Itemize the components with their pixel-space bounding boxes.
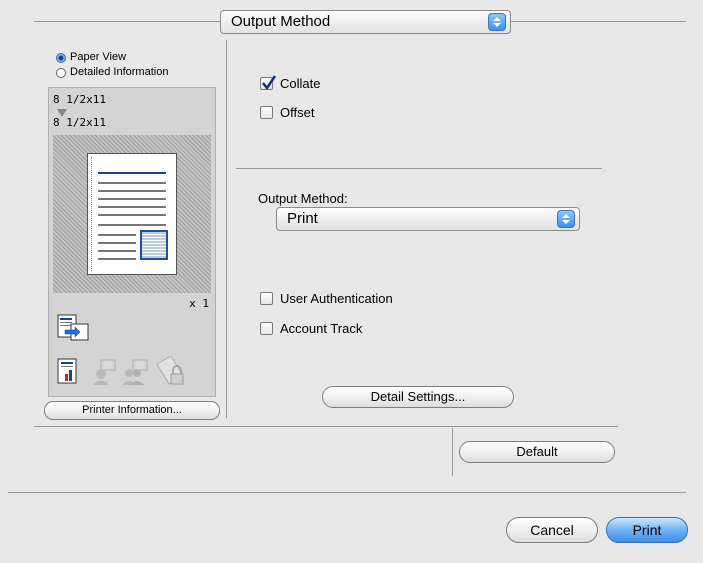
preview-panel: 8 1/2x11 8 1/2x11 x 1 [48, 87, 216, 397]
options-divider [236, 168, 602, 169]
locked-document-icon [153, 354, 187, 391]
offset-checkbox[interactable] [260, 106, 273, 119]
lower-divider [34, 426, 618, 427]
column-divider [226, 40, 227, 418]
collate-label: Collate [280, 76, 321, 91]
account-track-checkbox[interactable] [260, 322, 273, 335]
offset-label: Offset [280, 105, 315, 120]
paper-view-radio[interactable] [56, 53, 66, 63]
paper-sheet [87, 153, 177, 275]
detail-settings-button[interactable]: Detail Settings... [322, 386, 514, 408]
copies-count: x 1 [189, 297, 209, 310]
image-thumbnail-icon [140, 230, 168, 260]
output-tray-icon [57, 312, 89, 345]
top-divider-left [34, 21, 220, 22]
user-authentication-label: User Authentication [280, 291, 393, 306]
panel-select[interactable]: Output Method [220, 10, 511, 34]
popup-arrows-icon [557, 210, 575, 228]
users-message-icon [121, 358, 149, 389]
collate-checkbox[interactable] [260, 75, 277, 91]
paper-preview-area [53, 135, 211, 293]
output-method-select[interactable]: Print [276, 207, 580, 231]
top-divider-right [510, 21, 686, 22]
default-button[interactable]: Default [459, 441, 615, 463]
document-chart-icon [57, 358, 79, 389]
account-track-label: Account Track [280, 321, 363, 336]
popup-arrows-icon [488, 13, 506, 31]
user-message-icon [91, 358, 117, 389]
panel-select-value: Output Method [231, 13, 331, 30]
default-divider [452, 428, 453, 476]
output-method-value: Print [287, 210, 318, 227]
paper-view-label: Paper View [70, 51, 127, 63]
detailed-info-radio[interactable] [56, 68, 66, 78]
output-method-label: Output Method: [258, 191, 348, 206]
user-authentication-checkbox[interactable] [260, 292, 273, 305]
print-button[interactable]: Print [606, 517, 688, 543]
printer-information-button[interactable]: Printer Information... [44, 401, 220, 420]
footer-divider [8, 492, 686, 493]
original-size-label: 8 1/2x11 [53, 93, 106, 106]
output-size-label: 8 1/2x11 [53, 116, 106, 129]
cancel-button[interactable]: Cancel [506, 517, 598, 543]
detailed-info-label: Detailed Information [70, 66, 169, 78]
